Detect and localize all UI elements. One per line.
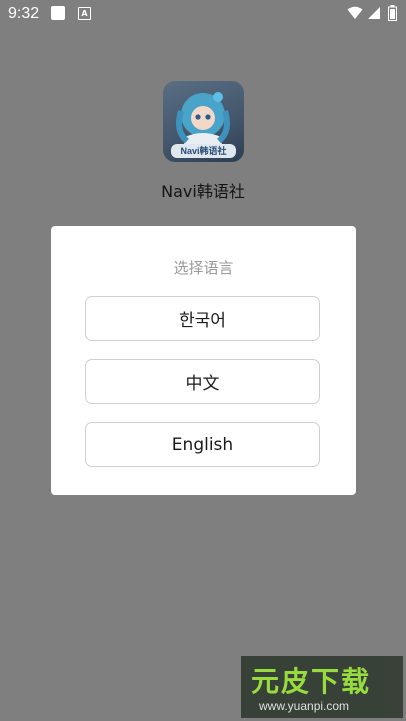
language-dialog: 选择语言 한국어 中文 English [51, 226, 356, 495]
wifi-icon [347, 6, 363, 19]
dialog-title: 选择语言 [173, 259, 234, 277]
watermark: 元皮下载 www.yuanpi.com [241, 656, 403, 718]
square-icon [51, 6, 65, 20]
signal-icon [368, 7, 380, 19]
language-option-label: 中文 [185, 374, 220, 394]
language-option-label: English [171, 434, 234, 455]
status-bar: 9:32 A [0, 0, 406, 28]
app-icon-banner: Navi韩语社 [171, 144, 236, 158]
language-option-chinese[interactable]: 中文 [85, 359, 320, 404]
battery-icon [388, 5, 397, 21]
language-option-english[interactable]: English [85, 422, 320, 467]
watermark-text: 元皮下载 [251, 665, 372, 698]
a-icon: A [78, 7, 91, 20]
app-icon: Navi韩语社 [163, 81, 244, 162]
clock: 9:32 [8, 5, 40, 22]
language-option-korean[interactable]: 한국어 [85, 296, 320, 341]
app-name: Navi韩语社 [161, 182, 245, 201]
watermark-url: www.yuanpi.com [259, 699, 350, 713]
language-option-label: 한국어 [179, 311, 226, 331]
